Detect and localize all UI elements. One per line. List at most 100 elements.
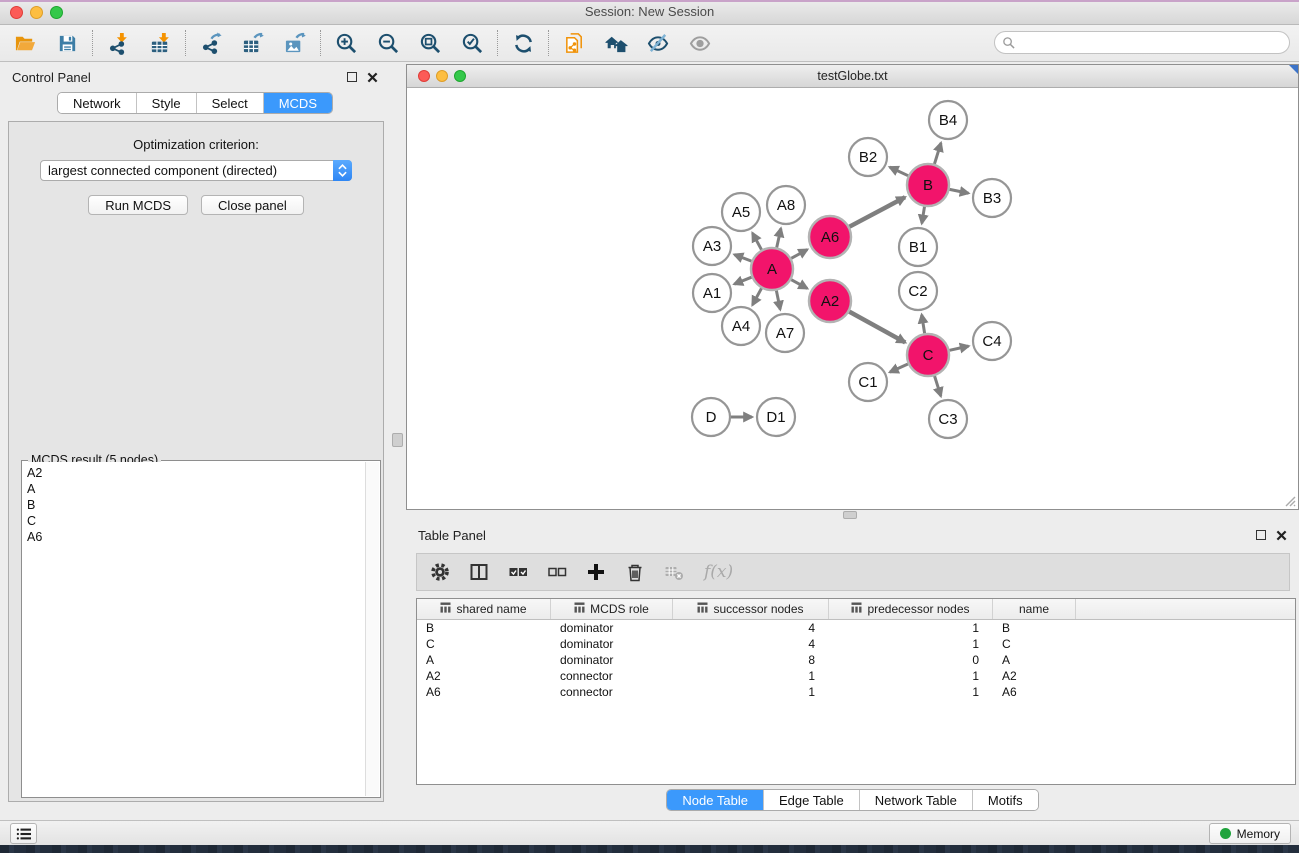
graph-edge-A2-C[interactable] [849,312,905,343]
table-cell[interactable]: A6 [993,685,1076,699]
graph-edge-A-A7[interactable] [776,291,780,310]
table-row[interactable]: A2connector11A2 [417,668,1295,684]
graph-edge-B-B3[interactable] [950,189,969,193]
graph-node-C3[interactable]: C3 [929,400,967,438]
add-column-icon[interactable] [585,561,607,583]
memory-button[interactable]: Memory [1209,823,1291,844]
table-cell[interactable]: 0 [829,653,993,667]
graph-node-A2[interactable]: A2 [809,280,851,322]
table-cell[interactable]: 1 [829,685,993,699]
export-image-icon[interactable] [283,31,307,55]
column-header-shared-name[interactable]: shared name [417,599,551,619]
network-window-titlebar[interactable]: testGlobe.txt [407,65,1298,88]
graph-edge-B-B2[interactable] [890,167,908,176]
hide-panel-icon[interactable] [646,31,670,55]
graph-node-D[interactable]: D [692,398,730,436]
result-item[interactable]: A6 [27,529,365,545]
tab-motifs[interactable]: Motifs [972,790,1038,810]
graph-node-B2[interactable]: B2 [849,138,887,176]
table-cell[interactable]: 8 [673,653,829,667]
import-table-icon[interactable] [148,31,172,55]
graph-edge-C-C1[interactable] [890,364,908,372]
graph-edge-A-A3[interactable] [734,255,751,262]
table-cell[interactable]: C [417,637,551,651]
export-network-icon[interactable] [199,31,223,55]
table-cell[interactable]: 1 [829,669,993,683]
graph-node-A3[interactable]: A3 [693,227,731,265]
tab-edge-table[interactable]: Edge Table [763,790,859,810]
table-row[interactable]: A6connector11A6 [417,684,1295,700]
graph-node-D1[interactable]: D1 [757,398,795,436]
zoom-out-icon[interactable] [376,31,400,55]
graph-node-A1[interactable]: A1 [693,274,731,312]
table-cell[interactable]: B [993,621,1076,635]
result-item[interactable]: C [27,513,365,529]
graph-node-A8[interactable]: A8 [767,186,805,224]
graph-node-B3[interactable]: B3 [973,179,1011,217]
table-cell[interactable]: C [993,637,1076,651]
run-mcds-button[interactable]: Run MCDS [88,195,188,215]
table-cell[interactable]: A2 [417,669,551,683]
zoom-fit-icon[interactable] [418,31,442,55]
graph-edge-A6-B[interactable] [849,197,905,227]
column-header-successor-nodes[interactable]: successor nodes [673,599,829,619]
result-item[interactable]: B [27,497,365,513]
column-header-predecessor-nodes[interactable]: predecessor nodes [829,599,993,619]
result-scrollbar[interactable] [365,462,379,796]
table-row[interactable]: Cdominator41C [417,636,1295,652]
select-all-icon[interactable] [507,561,529,583]
table-cell[interactable]: 1 [829,621,993,635]
table-cell[interactable]: A2 [993,669,1076,683]
search-input[interactable] [994,31,1290,54]
settings-gear-icon[interactable] [429,561,451,583]
zoom-selected-icon[interactable] [460,31,484,55]
table-cell[interactable]: 1 [673,685,829,699]
graph-node-A6[interactable]: A6 [809,216,851,258]
result-item[interactable]: A [27,481,365,497]
clone-network-icon[interactable] [562,31,586,55]
tab-node-table[interactable]: Node Table [667,790,763,810]
graph-node-A5[interactable]: A5 [722,193,760,231]
graph-edge-C-C3[interactable] [935,376,941,396]
tab-network[interactable]: Network [58,93,136,113]
close-table-panel-icon[interactable] [1276,530,1287,541]
graph-node-B[interactable]: B [907,164,949,206]
tab-mcds[interactable]: MCDS [263,93,332,113]
tab-select[interactable]: Select [196,93,263,113]
graph-node-A4[interactable]: A4 [722,307,760,345]
table-cell[interactable]: connector [551,669,673,683]
table-cell[interactable]: 4 [673,621,829,635]
graph-edge-A-A4[interactable] [752,288,761,305]
table-cell[interactable]: connector [551,685,673,699]
import-network-icon[interactable] [106,31,130,55]
graph-edge-A-A8[interactable] [777,228,781,247]
float-table-panel-icon[interactable] [1256,530,1266,540]
result-item[interactable]: A2 [27,465,365,481]
column-header-MCDS-role[interactable]: MCDS role [551,599,673,619]
table-row[interactable]: Bdominator41B [417,620,1295,636]
close-panel-button[interactable]: Close panel [201,195,304,215]
table-cell[interactable]: 4 [673,637,829,651]
graph-edge-A-A1[interactable] [734,277,751,284]
table-cell[interactable]: B [417,621,551,635]
graph-node-C2[interactable]: C2 [899,272,937,310]
graph-edge-C-C4[interactable] [949,346,968,350]
column-panel-icon[interactable] [468,561,490,583]
tab-style[interactable]: Style [136,93,196,113]
task-history-button[interactable] [10,823,37,844]
float-panel-icon[interactable] [347,72,357,82]
graph-node-C[interactable]: C [907,334,949,376]
close-panel-icon[interactable] [367,72,378,83]
optimization-criterion-dropdown[interactable]: largest connected component (directed) [40,160,352,181]
graph-node-A[interactable]: A [751,248,793,290]
graph-node-C1[interactable]: C1 [849,363,887,401]
graph-edge-A-A5[interactable] [752,233,761,250]
graph-node-A7[interactable]: A7 [766,314,804,352]
table-cell[interactable]: dominator [551,653,673,667]
show-eye-icon[interactable] [688,31,712,55]
graph-edge-B-B1[interactable] [922,207,925,224]
tab-network-table[interactable]: Network Table [859,790,972,810]
refresh-layout-icon[interactable] [511,31,535,55]
network-canvas[interactable]: B4B2BB3A8A5A6A3B1AA1C2A2A4A7C4CC1C3DD1 [407,88,1298,509]
table-row[interactable]: Adominator80A [417,652,1295,668]
